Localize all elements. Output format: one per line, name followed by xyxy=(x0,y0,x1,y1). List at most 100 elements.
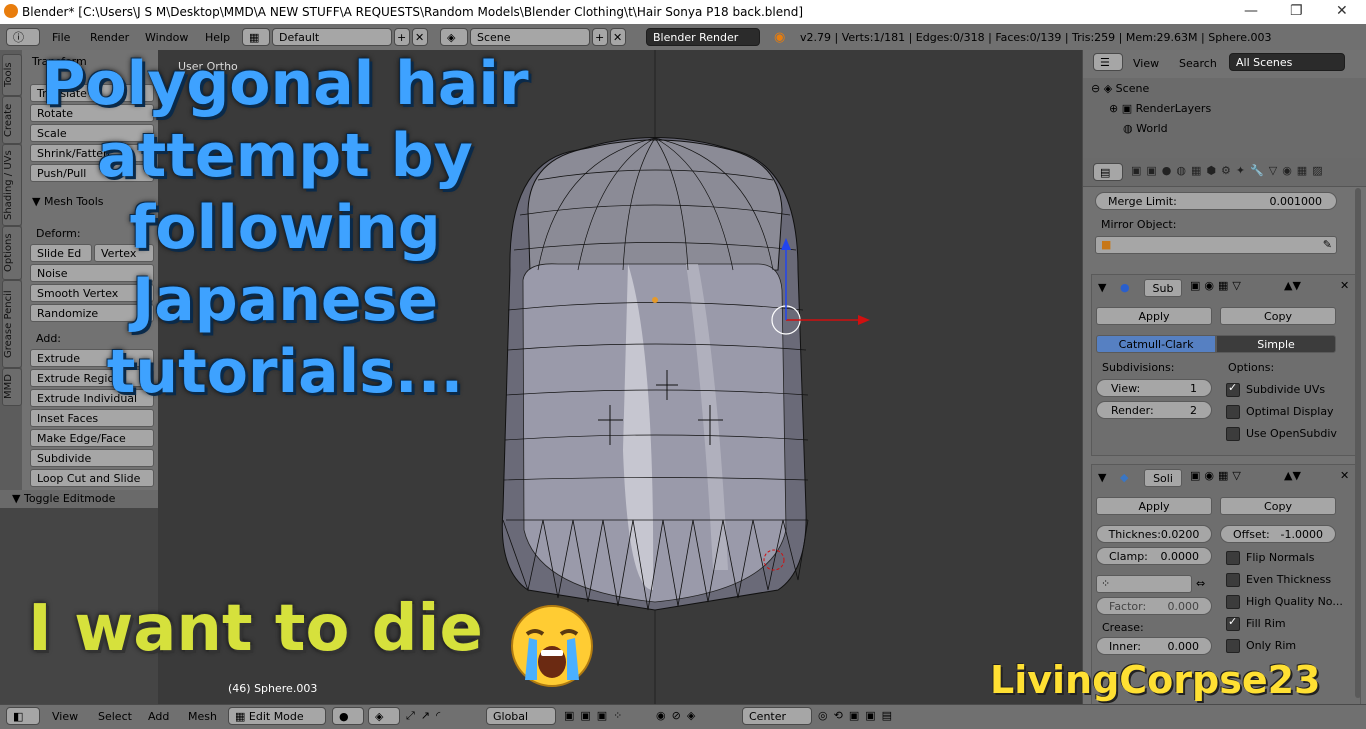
caption-line: attempt by xyxy=(97,121,473,191)
outliner-view-menu[interactable]: View xyxy=(1133,57,1159,70)
loop-cut-button[interactable]: Loop Cut and Slide xyxy=(30,469,154,487)
outliner-filter-select[interactable]: All Scenes xyxy=(1229,53,1345,71)
factor-field[interactable]: Factor: 0.000 xyxy=(1096,597,1212,615)
options-label: Options: xyxy=(1228,361,1275,374)
view-menu[interactable]: View xyxy=(52,710,78,723)
invert-vertex-group-icon[interactable]: ⇔ xyxy=(1196,577,1205,590)
subsurf-remove-icon[interactable]: ✕ xyxy=(1340,279,1349,292)
subsurf-copy-button[interactable]: Copy xyxy=(1220,307,1336,325)
mode-selector[interactable]: ▦ Edit Mode xyxy=(228,707,326,725)
add-menu[interactable]: Add xyxy=(148,710,169,723)
x-arrow-icon xyxy=(858,315,870,325)
menu-file[interactable]: File xyxy=(52,31,70,44)
scene-icon[interactable]: ◈ xyxy=(440,28,468,46)
view-levels-field[interactable]: View: 1 xyxy=(1096,379,1212,397)
3d-view-editor-icon[interactable]: ◧ xyxy=(6,707,40,725)
eyedropper-icon[interactable]: ✎ xyxy=(1323,238,1332,251)
subsurf-visibility-icons[interactable]: ▣◉▦▽ xyxy=(1190,279,1245,292)
even-thickness-checkbox[interactable] xyxy=(1226,573,1240,587)
render-engine-selector[interactable]: Blender Render xyxy=(646,28,760,46)
solidify-remove-icon[interactable]: ✕ xyxy=(1340,469,1349,482)
simple-toggle[interactable]: Simple xyxy=(1216,335,1336,353)
toggle-editmode-header[interactable]: ▼ Toggle Editmode xyxy=(0,490,158,508)
offset-value: -1.0000 xyxy=(1280,528,1323,541)
render-levels-field[interactable]: Render: 2 xyxy=(1096,401,1212,419)
thickness-field[interactable]: Thicknes:0.0200 xyxy=(1096,525,1212,543)
clamp-field[interactable]: Clamp: 0.0000 xyxy=(1096,547,1212,565)
outliner-editor-icon[interactable]: ☰ xyxy=(1093,53,1123,71)
object-origin xyxy=(652,297,658,303)
scene-remove-icon[interactable]: ✕ xyxy=(610,28,626,46)
solidify-visibility-icons[interactable]: ▣◉▦▽ xyxy=(1190,469,1245,482)
render-levels-label: Render: xyxy=(1111,404,1154,417)
use-opensubdiv-checkbox[interactable] xyxy=(1226,427,1240,441)
editor-type-info-icon[interactable]: ⓘ xyxy=(6,28,40,46)
scene-selector[interactable]: Scene xyxy=(470,28,590,46)
blender-logo-icon xyxy=(4,4,18,18)
snap-icons[interactable]: ◎⟲▣▣▤ xyxy=(818,709,898,722)
proportional-edit-icons[interactable]: ◉⊘◈ xyxy=(656,709,701,722)
layout-add-icon[interactable]: + xyxy=(394,28,410,46)
catmull-clark-toggle[interactable]: Catmull-Clark xyxy=(1096,335,1216,353)
crease-label: Crease: xyxy=(1102,621,1144,634)
outliner: ☰ View Search All Scenes ⊖ ◈ Scene ⊕ ▣ R… xyxy=(1082,50,1366,158)
vertex-group-field[interactable]: ⁘ xyxy=(1096,575,1192,593)
context-icons[interactable]: ▣▣●◍▦⬢⚙✦🔧▽◉▦▨ xyxy=(1131,164,1328,177)
subdivide-uvs-checkbox[interactable] xyxy=(1226,381,1240,397)
optimal-display-checkbox[interactable] xyxy=(1226,405,1240,419)
solidify-copy-button[interactable]: Copy xyxy=(1220,497,1336,515)
subsurf-apply-button[interactable]: Apply xyxy=(1096,307,1212,325)
viewport-shading-icon[interactable]: ● xyxy=(332,707,364,725)
flip-normals-checkbox[interactable] xyxy=(1226,551,1240,565)
layout-selector[interactable]: Default xyxy=(272,28,392,46)
close-button[interactable]: ✕ xyxy=(1336,3,1348,19)
fill-rim-checkbox[interactable] xyxy=(1226,615,1240,631)
solidify-apply-button[interactable]: Apply xyxy=(1096,497,1212,515)
subsurf-move-icons[interactable]: ▲▼ xyxy=(1284,279,1301,292)
only-rim-checkbox[interactable] xyxy=(1226,639,1240,653)
solidify-move-icons[interactable]: ▲▼ xyxy=(1284,469,1301,482)
world-item[interactable]: ◍ World xyxy=(1123,122,1168,135)
outliner-search-menu[interactable]: Search xyxy=(1179,57,1217,70)
merge-limit-label: Merge Limit: xyxy=(1108,195,1177,208)
select-mode-icons[interactable]: ▣▣▣⁘ xyxy=(564,709,628,722)
maximize-button[interactable]: ❐ xyxy=(1290,3,1303,19)
vertex-group-icon: ⁘ xyxy=(1101,577,1111,590)
subdivide-uvs-label: Subdivide UVs xyxy=(1246,383,1326,396)
transform-orientation-select[interactable]: Global xyxy=(486,707,556,725)
high-quality-normals-checkbox[interactable] xyxy=(1226,595,1240,609)
inset-faces-button[interactable]: Inset Faces xyxy=(30,409,154,427)
inner-crease-field[interactable]: Inner: 0.000 xyxy=(1096,637,1212,655)
renderlayers-item-label: RenderLayers xyxy=(1135,102,1212,115)
factor-label: Factor: xyxy=(1109,600,1147,613)
make-edge-face-button[interactable]: Make Edge/Face xyxy=(30,429,154,447)
subsurf-name-field[interactable]: Sub xyxy=(1144,279,1182,297)
offset-field[interactable]: Offset: -1.0000 xyxy=(1220,525,1336,543)
menu-help[interactable]: Help xyxy=(205,31,230,44)
merge-limit-field[interactable]: Merge Limit: 0.001000 xyxy=(1095,192,1337,210)
mirror-object-field[interactable]: ■ ✎ xyxy=(1095,236,1337,254)
menu-render[interactable]: Render xyxy=(90,31,129,44)
pivot-point-icon[interactable]: ◈ xyxy=(368,707,400,725)
hair-cap xyxy=(527,139,783,273)
mesh-menu[interactable]: Mesh xyxy=(188,710,217,723)
clamp-value: 0.0000 xyxy=(1160,550,1200,563)
properties-editor-icon[interactable]: ▤ xyxy=(1093,163,1123,181)
menu-window[interactable]: Window xyxy=(145,31,188,44)
select-menu[interactable]: Select xyxy=(98,710,132,723)
properties-scrollbar[interactable] xyxy=(1355,188,1361,698)
renderlayers-item[interactable]: ⊕ ▣ RenderLayers xyxy=(1109,102,1211,115)
subdivide-button[interactable]: Subdivide xyxy=(30,449,154,467)
minimize-button[interactable]: — xyxy=(1244,3,1258,19)
solidify-collapse-icon[interactable]: ▼ xyxy=(1098,471,1106,484)
scene-add-icon[interactable]: + xyxy=(592,28,608,46)
scene-item[interactable]: ⊖ ◈ Scene xyxy=(1091,82,1149,95)
fill-rim-label: Fill Rim xyxy=(1246,617,1286,630)
solidify-name-field[interactable]: Soli xyxy=(1144,469,1182,487)
layout-grid-icon[interactable]: ▦ xyxy=(242,28,270,46)
manipulator-icons[interactable]: ⤢↗◜ xyxy=(406,709,446,723)
caption-line: tutorials... xyxy=(106,337,464,407)
layout-remove-icon[interactable]: ✕ xyxy=(412,28,428,46)
snap-target-select[interactable]: Center xyxy=(742,707,812,725)
subsurf-collapse-icon[interactable]: ▼ xyxy=(1098,281,1106,294)
